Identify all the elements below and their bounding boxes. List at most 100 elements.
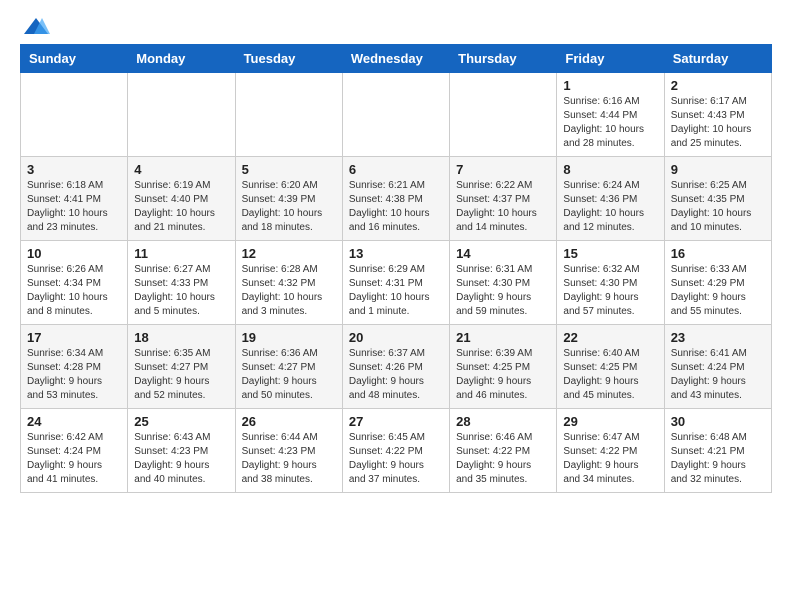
day-number: 8 [563, 162, 657, 177]
calendar-cell: 26 Sunrise: 6:44 AM Sunset: 4:23 PM Dayli… [235, 409, 342, 493]
calendar-cell [342, 73, 449, 157]
day-number: 3 [27, 162, 121, 177]
day-number: 10 [27, 246, 121, 261]
calendar-cell: 18 Sunrise: 6:35 AM Sunset: 4:27 PM Dayli… [128, 325, 235, 409]
calendar-cell: 11 Sunrise: 6:27 AM Sunset: 4:33 PM Dayli… [128, 241, 235, 325]
day-number: 4 [134, 162, 228, 177]
day-number: 7 [456, 162, 550, 177]
day-info: Sunrise: 6:18 AM Sunset: 4:41 PM Dayligh… [27, 179, 121, 235]
calendar-cell: 17 Sunrise: 6:34 AM Sunset: 4:28 PM Dayli… [21, 325, 128, 409]
day-info: Sunrise: 6:32 AM Sunset: 4:30 PM Dayligh… [563, 263, 657, 319]
day-number: 9 [671, 162, 765, 177]
calendar-cell: 28Sunrise: 6:46 AM Sunset: 4:22 PM Dayli… [450, 409, 557, 493]
day-number: 15 [563, 246, 657, 261]
calendar-cell [128, 73, 235, 157]
day-number: 26 [242, 414, 336, 429]
calendar-cell: 15 Sunrise: 6:32 AM Sunset: 4:30 PM Dayli… [557, 241, 664, 325]
calendar-header-monday: Monday [128, 45, 235, 73]
day-info: Sunrise: 6:28 AM Sunset: 4:32 PM Dayligh… [242, 263, 336, 319]
day-info: Sunrise: 6:21 AM Sunset: 4:38 PM Dayligh… [349, 179, 443, 235]
day-number: 25 [134, 414, 228, 429]
calendar-cell: 7 Sunrise: 6:22 AM Sunset: 4:37 PM Daylig… [450, 157, 557, 241]
calendar-header-wednesday: Wednesday [342, 45, 449, 73]
calendar-cell: 20Sunrise: 6:37 AM Sunset: 4:26 PM Dayli… [342, 325, 449, 409]
calendar-cell: 30 Sunrise: 6:48 AM Sunset: 4:21 PM Dayli… [664, 409, 771, 493]
day-info: Sunrise: 6:27 AM Sunset: 4:33 PM Dayligh… [134, 263, 228, 319]
day-info: Sunrise: 6:26 AM Sunset: 4:34 PM Dayligh… [27, 263, 121, 319]
day-info: Sunrise: 6:29 AM Sunset: 4:31 PM Dayligh… [349, 263, 443, 319]
calendar-cell [21, 73, 128, 157]
day-number: 6 [349, 162, 443, 177]
day-info: Sunrise: 6:22 AM Sunset: 4:37 PM Dayligh… [456, 179, 550, 235]
day-number: 5 [242, 162, 336, 177]
calendar-week-row: 24Sunrise: 6:42 AM Sunset: 4:24 PM Dayli… [21, 409, 772, 493]
calendar-cell: 13Sunrise: 6:29 AM Sunset: 4:31 PM Dayli… [342, 241, 449, 325]
calendar-table: SundayMondayTuesdayWednesdayThursdayFrid… [20, 44, 772, 493]
calendar-header-sunday: Sunday [21, 45, 128, 73]
day-number: 24 [27, 414, 121, 429]
calendar-cell [235, 73, 342, 157]
day-number: 27 [349, 414, 443, 429]
calendar-week-row: 17 Sunrise: 6:34 AM Sunset: 4:28 PM Dayli… [21, 325, 772, 409]
calendar-cell: 9 Sunrise: 6:25 AM Sunset: 4:35 PM Daylig… [664, 157, 771, 241]
calendar-header-thursday: Thursday [450, 45, 557, 73]
day-number: 29 [563, 414, 657, 429]
day-info: Sunrise: 6:48 AM Sunset: 4:21 PM Dayligh… [671, 431, 765, 487]
day-number: 21 [456, 330, 550, 345]
calendar-header-tuesday: Tuesday [235, 45, 342, 73]
day-info: Sunrise: 6:24 AM Sunset: 4:36 PM Dayligh… [563, 179, 657, 235]
day-number: 19 [242, 330, 336, 345]
calendar-header-saturday: Saturday [664, 45, 771, 73]
day-info: Sunrise: 6:47 AM Sunset: 4:22 PM Dayligh… [563, 431, 657, 487]
calendar-cell: 16Sunrise: 6:33 AM Sunset: 4:29 PM Dayli… [664, 241, 771, 325]
calendar-header-friday: Friday [557, 45, 664, 73]
day-info: Sunrise: 6:36 AM Sunset: 4:27 PM Dayligh… [242, 347, 336, 403]
calendar-cell: 19 Sunrise: 6:36 AM Sunset: 4:27 PM Dayli… [235, 325, 342, 409]
day-info: Sunrise: 6:20 AM Sunset: 4:39 PM Dayligh… [242, 179, 336, 235]
day-number: 11 [134, 246, 228, 261]
calendar-cell: 22Sunrise: 6:40 AM Sunset: 4:25 PM Dayli… [557, 325, 664, 409]
day-info: Sunrise: 6:41 AM Sunset: 4:24 PM Dayligh… [671, 347, 765, 403]
day-info: Sunrise: 6:43 AM Sunset: 4:23 PM Dayligh… [134, 431, 228, 487]
calendar-cell: 3 Sunrise: 6:18 AM Sunset: 4:41 PM Daylig… [21, 157, 128, 241]
calendar-cell: 5 Sunrise: 6:20 AM Sunset: 4:39 PM Daylig… [235, 157, 342, 241]
day-info: Sunrise: 6:44 AM Sunset: 4:23 PM Dayligh… [242, 431, 336, 487]
calendar-header-row: SundayMondayTuesdayWednesdayThursdayFrid… [21, 45, 772, 73]
day-info: Sunrise: 6:35 AM Sunset: 4:27 PM Dayligh… [134, 347, 228, 403]
day-info: Sunrise: 6:31 AM Sunset: 4:30 PM Dayligh… [456, 263, 550, 319]
day-info: Sunrise: 6:46 AM Sunset: 4:22 PM Dayligh… [456, 431, 550, 487]
calendar-week-row: 3 Sunrise: 6:18 AM Sunset: 4:41 PM Daylig… [21, 157, 772, 241]
day-number: 22 [563, 330, 657, 345]
calendar-cell: 10 Sunrise: 6:26 AM Sunset: 4:34 PM Dayli… [21, 241, 128, 325]
day-number: 12 [242, 246, 336, 261]
day-info: Sunrise: 6:37 AM Sunset: 4:26 PM Dayligh… [349, 347, 443, 403]
day-info: Sunrise: 6:25 AM Sunset: 4:35 PM Dayligh… [671, 179, 765, 235]
logo [20, 16, 50, 32]
calendar-cell: 1 Sunrise: 6:16 AM Sunset: 4:44 PM Daylig… [557, 73, 664, 157]
page-container: SundayMondayTuesdayWednesdayThursdayFrid… [0, 0, 792, 509]
calendar-week-row: 1 Sunrise: 6:16 AM Sunset: 4:44 PM Daylig… [21, 73, 772, 157]
day-number: 17 [27, 330, 121, 345]
calendar-cell: 23 Sunrise: 6:41 AM Sunset: 4:24 PM Dayli… [664, 325, 771, 409]
day-info: Sunrise: 6:19 AM Sunset: 4:40 PM Dayligh… [134, 179, 228, 235]
calendar-cell: 21 Sunrise: 6:39 AM Sunset: 4:25 PM Dayli… [450, 325, 557, 409]
day-number: 1 [563, 78, 657, 93]
calendar-cell [450, 73, 557, 157]
day-info: Sunrise: 6:39 AM Sunset: 4:25 PM Dayligh… [456, 347, 550, 403]
logo-icon [22, 16, 50, 36]
day-info: Sunrise: 6:16 AM Sunset: 4:44 PM Dayligh… [563, 95, 657, 151]
day-info: Sunrise: 6:17 AM Sunset: 4:43 PM Dayligh… [671, 95, 765, 151]
day-number: 18 [134, 330, 228, 345]
calendar-cell: 2Sunrise: 6:17 AM Sunset: 4:43 PM Daylig… [664, 73, 771, 157]
day-info: Sunrise: 6:33 AM Sunset: 4:29 PM Dayligh… [671, 263, 765, 319]
day-number: 14 [456, 246, 550, 261]
calendar-cell: 27Sunrise: 6:45 AM Sunset: 4:22 PM Dayli… [342, 409, 449, 493]
day-number: 23 [671, 330, 765, 345]
calendar-cell: 8 Sunrise: 6:24 AM Sunset: 4:36 PM Daylig… [557, 157, 664, 241]
day-info: Sunrise: 6:34 AM Sunset: 4:28 PM Dayligh… [27, 347, 121, 403]
calendar-cell: 14 Sunrise: 6:31 AM Sunset: 4:30 PM Dayli… [450, 241, 557, 325]
calendar-cell: 6 Sunrise: 6:21 AM Sunset: 4:38 PM Daylig… [342, 157, 449, 241]
day-number: 30 [671, 414, 765, 429]
calendar-week-row: 10 Sunrise: 6:26 AM Sunset: 4:34 PM Dayli… [21, 241, 772, 325]
calendar-cell: 29 Sunrise: 6:47 AM Sunset: 4:22 PM Dayli… [557, 409, 664, 493]
